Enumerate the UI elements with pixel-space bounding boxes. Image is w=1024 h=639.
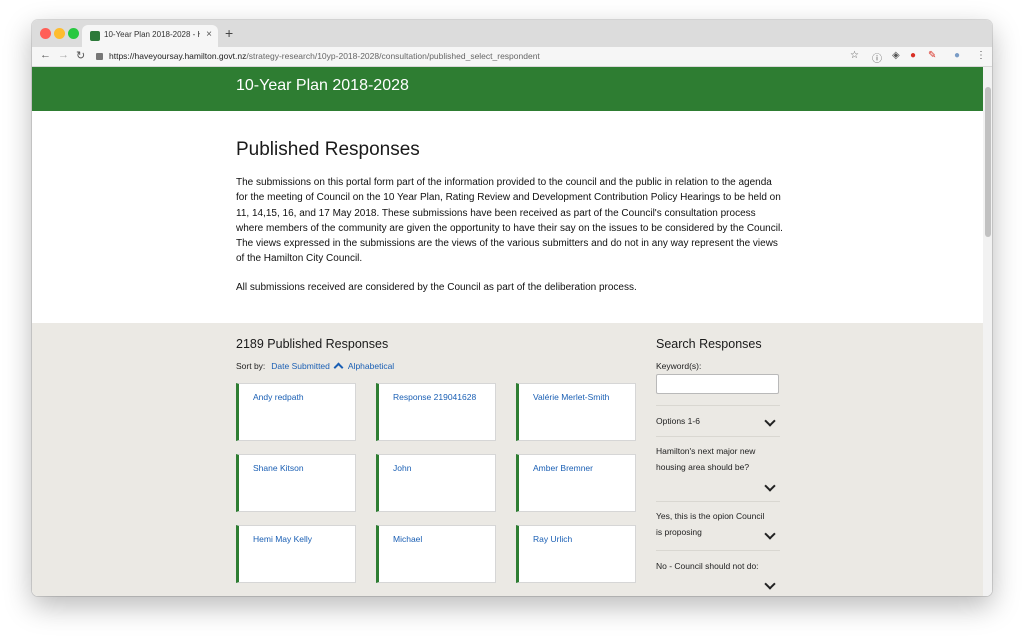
page-title: Published Responses <box>236 139 420 160</box>
close-window-button[interactable] <box>40 28 51 39</box>
maximize-window-button[interactable] <box>68 28 79 39</box>
filter-label: Yes, this is the opion Council is propos… <box>656 511 765 537</box>
responses-count-title: 2189 Published Responses <box>236 337 389 351</box>
filter-label: Hamilton's next major new housing area s… <box>656 446 756 472</box>
minimize-window-button[interactable] <box>54 28 65 39</box>
filter-label: No - Council should not do: <box>656 561 759 571</box>
url-path: /strategy-research/10yp-2018-2028/consul… <box>246 51 540 61</box>
site-header: 10-Year Plan 2018-2028 <box>32 67 983 111</box>
tab-title: 10-Year Plan 2018-2028 - Ham <box>104 30 200 39</box>
scrollbar-thumb[interactable] <box>985 87 991 237</box>
response-card[interactable]: Michael <box>376 525 496 583</box>
response-card-name[interactable]: Hemi May Kelly <box>253 534 312 544</box>
chevron-down-icon[interactable] <box>764 528 776 540</box>
keyword-label: Keyword(s): <box>656 361 702 371</box>
search-title: Search Responses <box>656 337 762 351</box>
chevron-down-icon[interactable] <box>764 578 776 590</box>
sort-ascending-icon[interactable] <box>333 362 344 373</box>
lock-icon <box>96 53 103 61</box>
keyword-input[interactable] <box>656 374 779 394</box>
forward-icon[interactable]: → <box>58 49 69 61</box>
sort-label: Sort by: <box>236 361 266 371</box>
filter-options-1-6[interactable]: Options 1-6 <box>656 405 780 436</box>
scrollbar-track[interactable] <box>983 67 992 596</box>
new-tab-icon[interactable]: + <box>225 25 233 41</box>
response-card[interactable]: Valérie Merlet-Smith <box>516 383 636 441</box>
browser-window: 10-Year Plan 2018-2028 - Ham × + ← → ↻ h… <box>32 20 992 596</box>
sort-bar: Sort by: Date Submitted Alphabetical <box>236 361 394 373</box>
response-card-name[interactable]: John <box>393 463 411 473</box>
url-host: https://haveyoursay.hamilton.govt.nz <box>109 51 247 61</box>
pin-extension-icon[interactable]: ✎ <box>928 50 936 61</box>
response-card-name[interactable]: Ray Urlich <box>533 534 572 544</box>
site-title[interactable]: 10-Year Plan 2018-2028 <box>236 77 409 95</box>
page-viewport: 10-Year Plan 2018-2028 Published Respons… <box>32 67 992 596</box>
filter-label: Options 1-6 <box>656 416 700 426</box>
response-card[interactable]: Hemi May Kelly <box>236 525 356 583</box>
response-card[interactable]: Response 219041628 <box>376 383 496 441</box>
response-card-name[interactable]: Shane Kitson <box>253 463 304 473</box>
response-card-name[interactable]: Andy redpath <box>253 392 304 402</box>
shield-extension-icon[interactable]: ● <box>910 50 916 61</box>
intro-section: Published Responses The submissions on t… <box>32 111 983 323</box>
reload-icon[interactable]: ↻ <box>76 49 85 62</box>
response-card-name[interactable]: Response 219041628 <box>393 392 476 402</box>
search-sidebar: Search Responses Keyword(s): Options 1-6… <box>656 323 780 596</box>
filter-yes-proposing[interactable]: Yes, this is the opion Council is propos… <box>656 501 780 550</box>
sort-alphabetical-link[interactable]: Alphabetical <box>348 361 394 371</box>
address-bar[interactable]: https://haveyoursay.hamilton.govt.nz/str… <box>96 49 540 63</box>
layers-extension-icon[interactable]: ◈ <box>892 50 900 61</box>
response-card[interactable]: Ray Urlich <box>516 525 636 583</box>
bookmark-star-icon[interactable]: ☆ <box>850 50 859 61</box>
responses-section: 2189 Published Responses Sort by: Date Su… <box>32 323 983 596</box>
chevron-down-icon[interactable] <box>764 415 776 427</box>
response-card-name[interactable]: Amber Bremner <box>533 463 593 473</box>
close-tab-icon[interactable]: × <box>206 29 212 40</box>
response-card-name[interactable]: Valérie Merlet-Smith <box>533 392 609 402</box>
info-icon[interactable]: ⓘ <box>872 50 882 65</box>
intro-paragraph: The submissions on this portal form part… <box>236 177 783 265</box>
response-card[interactable]: Shane Kitson <box>236 454 356 512</box>
response-card[interactable]: Amber Bremner <box>516 454 636 512</box>
profile-avatar-icon[interactable]: ● <box>954 50 960 61</box>
chevron-down-icon[interactable] <box>764 480 776 492</box>
menu-dots-icon[interactable]: ⋮ <box>976 50 986 61</box>
favicon-icon <box>90 31 100 41</box>
browser-tab[interactable]: 10-Year Plan 2018-2028 - Ham × <box>82 25 218 47</box>
intro-paragraph-2: All submissions received are considered … <box>236 282 637 293</box>
sort-date-link[interactable]: Date Submitted <box>271 361 330 371</box>
filter-no-council[interactable]: No - Council should not do: <box>656 550 780 596</box>
browser-toolbar: ← → ↻ https://haveyoursay.hamilton.govt.… <box>32 47 992 67</box>
tab-bar: 10-Year Plan 2018-2028 - Ham × + <box>32 20 992 47</box>
response-card[interactable]: John <box>376 454 496 512</box>
response-card-name[interactable]: Michael <box>393 534 422 544</box>
response-card[interactable]: Andy redpath <box>236 383 356 441</box>
filter-housing-area[interactable]: Hamilton's next major new housing area s… <box>656 436 780 501</box>
back-icon[interactable]: ← <box>40 49 51 61</box>
